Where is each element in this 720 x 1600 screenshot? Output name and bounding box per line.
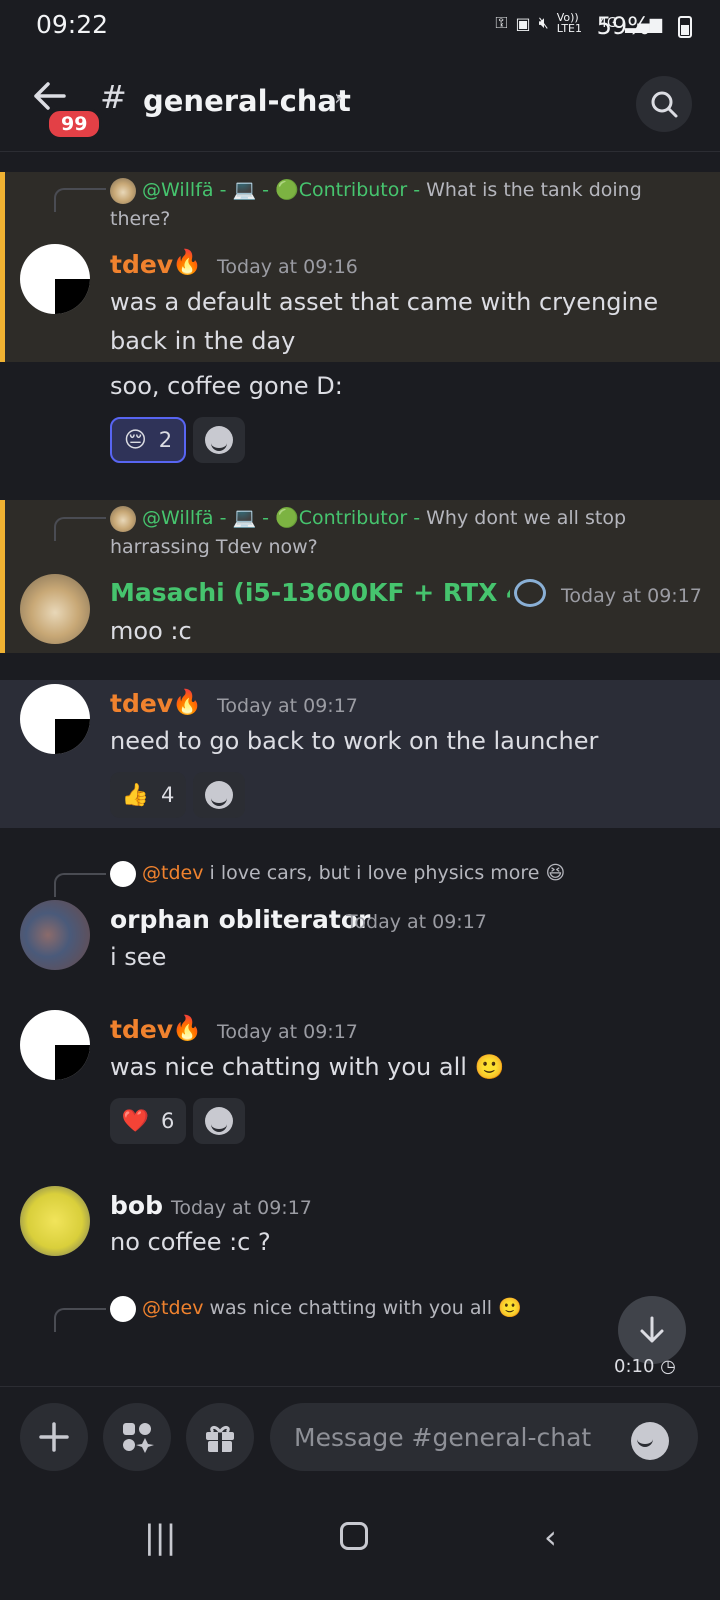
reply-preview[interactable]: @tdev i love cars, but i love physics mo… [110,859,670,888]
reaction-count: 2 [158,428,173,452]
composer-bar [0,1386,720,1490]
fire-badge-icon: 🔥 [172,248,202,276]
avatar[interactable] [20,684,90,754]
recent-apps-icon[interactable]: ||| [144,1518,176,1556]
reaction-emoji: 😔 [123,427,147,453]
reaction-pensive[interactable]: 😔 2 [110,417,186,463]
message-text: moo :c [110,617,192,645]
message-text: was nice chatting with you all 🙂 [110,1053,505,1081]
message-text: was a default asset that came with cryen… [110,288,659,316]
avatar[interactable] [20,900,90,970]
avatar[interactable] [20,244,90,314]
back-nav-icon[interactable]: ‹ [544,1518,557,1556]
status-time: 09:22 [36,10,109,39]
avatar[interactable] [20,1010,90,1080]
lte-label: Vo)) LTE1 [556,11,583,35]
steering-wheel-icon [514,579,546,607]
add-reaction-button[interactable] [193,772,245,818]
emoji-icon [205,781,233,809]
author-name[interactable]: Masachi (i5-13600KF + RTX 40... [110,578,510,607]
fire-badge-icon: 🔥 [172,1014,202,1042]
timer-label: 0:10 ◷ [614,1356,676,1377]
home-button[interactable] [340,1518,368,1550]
unread-badge: 99 [46,108,103,140]
add-reaction-button[interactable] [193,1098,245,1144]
fire-badge-icon: 🔥 [172,688,202,716]
timestamp: Today at 09:17 [217,1021,358,1043]
emoji-picker-button[interactable] [631,1422,669,1460]
home-icon [340,1522,368,1550]
timestamp: Today at 09:16 [217,256,358,278]
attach-button[interactable] [20,1403,88,1471]
author-name[interactable]: bob [110,1191,163,1220]
message-text: i see [110,943,167,971]
reply-text: i love cars, but i love physics more 😆 [209,862,566,884]
avatar[interactable] [20,574,90,644]
add-reaction-button[interactable] [193,417,245,463]
apps-icon [123,1423,154,1453]
reply-mention: @tdev [142,1297,204,1319]
reaction-count: 6 [161,1109,175,1133]
search-button[interactable] [636,76,692,132]
emoji-icon [205,426,233,454]
gift-icon [206,1425,234,1452]
chevron-right-icon[interactable]: › [334,86,343,111]
message-text: need to go back to work on the launcher [110,727,599,755]
reply-mention: @Willfä - 💻 - 🟢Contributor - [142,507,421,529]
gift-button[interactable] [186,1403,254,1471]
reaction-emoji: ❤️ [121,1108,150,1134]
reply-connector [54,188,106,212]
author-name[interactable]: orphan obliterator [110,905,370,934]
timer-value: 0:10 [614,1356,655,1377]
message-text: back in the day [110,327,296,355]
mute-icon: 🔇︎ [538,13,549,32]
timestamp: Today at 09:17 [171,1197,312,1219]
arrow-down-icon [640,1316,664,1343]
message-text: no coffee :c ? [110,1228,271,1256]
reply-avatar [110,1295,136,1322]
reply-preview[interactable]: @tdev was nice chatting with you all 🙂 [110,1294,630,1323]
reply-connector [54,1308,106,1332]
channel-hash-icon: # [100,78,127,116]
search-icon [651,91,678,118]
reply-avatar [110,177,136,204]
reaction-thumbsup[interactable]: 👍 4 [110,772,186,818]
apps-button[interactable] [103,1403,171,1471]
timer-icon: ◷ [660,1356,676,1377]
reply-text: was nice chatting with you all 🙂 [209,1297,522,1319]
lock-icon: ▣ [515,13,531,33]
reply-connector [54,517,106,541]
battery-percent: 59% [596,12,650,40]
channel-header: 99 # general-chat › [0,56,720,152]
key-icon: ⚿ [495,13,508,32]
jump-to-bottom-button[interactable] [618,1296,686,1364]
reply-avatar [110,860,136,887]
reaction-heart[interactable]: ❤️ 6 [110,1098,186,1144]
system-nav-bar: ||| ‹ [0,1490,720,1600]
battery-icon [678,16,692,38]
emoji-icon [205,1107,233,1135]
author-name[interactable]: tdev [110,250,173,279]
timestamp: Today at 09:17 [561,585,702,607]
reaction-count: 4 [161,783,175,807]
reply-mention: @Willfä - 💻 - 🟢Contributor - [142,179,421,201]
channel-title[interactable]: general-chat [143,84,351,118]
timestamp: Today at 09:17 [217,695,358,717]
reply-mention: @tdev [142,862,204,884]
author-name[interactable]: tdev [110,689,173,718]
author-name[interactable]: tdev [110,1015,173,1044]
timestamp: Today at 09:17 [346,911,487,933]
message-text: soo, coffee gone D: [110,372,343,400]
reply-avatar [110,505,136,532]
reply-preview[interactable]: @Willfä - 💻 - 🟢Contributor - What is the… [110,176,670,234]
reply-preview[interactable]: @Willfä - 💻 - 🟢Contributor - Why dont we… [110,504,670,562]
reply-connector [54,873,106,897]
plus-icon [39,1422,69,1452]
status-bar: 09:22 ⚿ ▣ 🔇︎ Vo)) LTE1 4G ▂▄▆ 59% [0,0,720,56]
reaction-emoji: 👍 [121,782,150,808]
avatar[interactable] [20,1186,90,1256]
